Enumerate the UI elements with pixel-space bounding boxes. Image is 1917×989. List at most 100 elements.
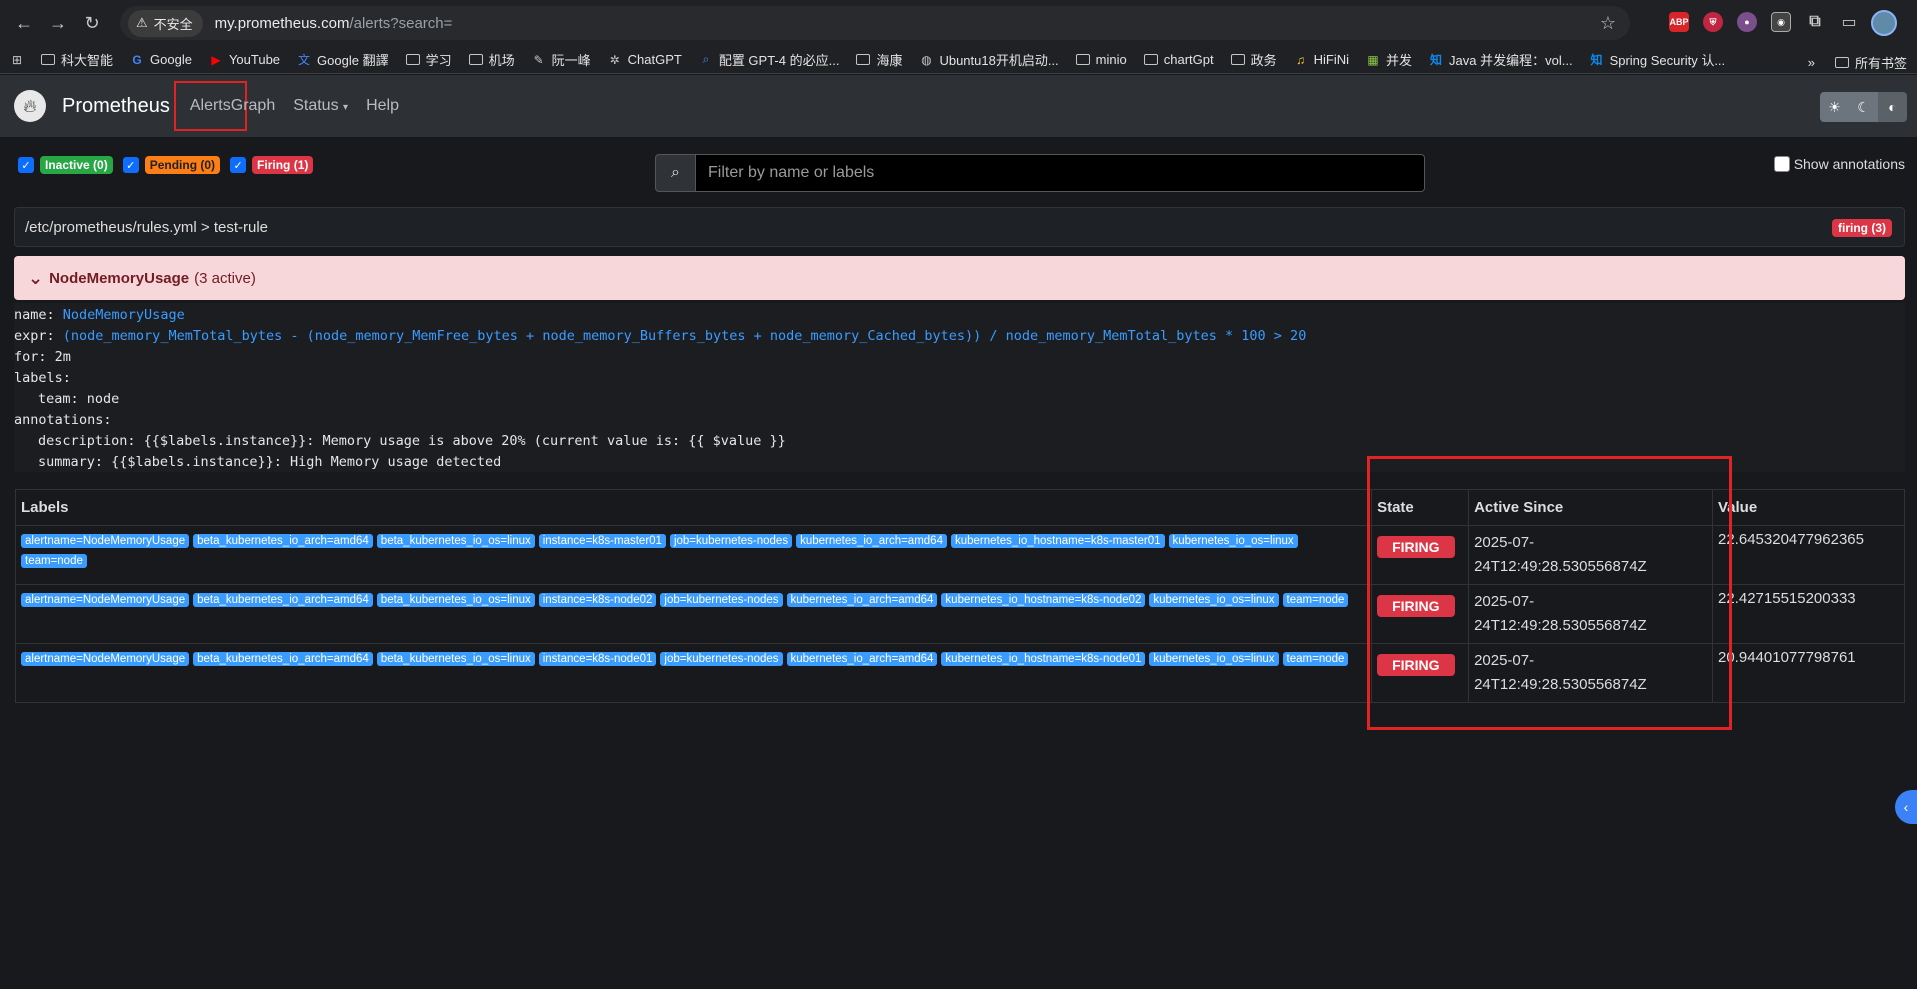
alert-rule-header[interactable]: ⌄ NodeMemoryUsage (3 active) bbox=[14, 256, 1905, 300]
show-annotations-checkbox[interactable] bbox=[1773, 156, 1790, 172]
def-key: expr: bbox=[14, 328, 55, 344]
state-cell: FIRING bbox=[1371, 643, 1470, 703]
bookmarks-right: » 所有书签 bbox=[1808, 53, 1907, 72]
apps-icon[interactable]: ⊞ bbox=[10, 53, 24, 67]
bookmark-item[interactable]: ♫ HiFiNi bbox=[1294, 52, 1349, 67]
search-icon: ⌕ bbox=[702, 52, 710, 66]
puzzle-icon[interactable]: ⧉ bbox=[1805, 12, 1825, 32]
auto-theme-icon[interactable]: ◐ bbox=[1878, 92, 1907, 122]
shield-extension-icon[interactable]: ⛨ bbox=[1703, 12, 1723, 32]
reader-extension-icon[interactable]: ◉ bbox=[1771, 12, 1791, 32]
labels-cell: alertname=NodeMemoryUsage beta_kubernetes… bbox=[14, 525, 1373, 585]
nav-alerts[interactable]: Alerts bbox=[173, 81, 247, 131]
state-filters: ✓ Inactive (0) ✓ Pending (0) ✓ Firing (1… bbox=[18, 156, 317, 174]
prometheus-logo-icon[interactable]: 🔥︎ bbox=[14, 90, 46, 122]
site-icon: ✎ bbox=[533, 52, 544, 67]
label-badge: kubernetes_io_hostname=k8s-node02 bbox=[941, 593, 1146, 607]
state-badge: FIRING bbox=[1377, 536, 1455, 558]
show-annotations[interactable]: Show annotations bbox=[1773, 156, 1905, 172]
active-count: (3 active) bbox=[194, 269, 256, 287]
label-badge: kubernetes_io_os=linux bbox=[1149, 652, 1279, 666]
header-active-since: Active Since bbox=[1468, 489, 1713, 526]
bookmark-item[interactable]: 科大智能 bbox=[41, 50, 113, 69]
inactive-checkbox[interactable]: ✓ bbox=[18, 157, 34, 173]
show-annotations-label: Show annotations bbox=[1793, 156, 1905, 172]
forward-icon[interactable]: → bbox=[44, 9, 72, 37]
security-label: 不安全 bbox=[153, 16, 193, 32]
site-icon: ♫ bbox=[1296, 52, 1306, 67]
all-bookmarks-button[interactable]: 所有书签 bbox=[1834, 53, 1907, 72]
alert-rule-name: NodeMemoryUsage bbox=[49, 269, 190, 287]
header-state: State bbox=[1371, 489, 1470, 526]
def-name-link[interactable]: NodeMemoryUsage bbox=[63, 307, 185, 323]
bookmark-item[interactable]: ▶ YouTube bbox=[209, 52, 280, 67]
collapse-sidebar-icon[interactable]: ‹ bbox=[1895, 790, 1917, 824]
nav-graph[interactable]: Graph bbox=[231, 97, 275, 115]
labels-cell: alertname=NodeMemoryUsage beta_kubernetes… bbox=[14, 643, 1373, 703]
label-badge: job=kubernetes-nodes bbox=[660, 593, 783, 607]
bookmark-item[interactable]: G Google bbox=[130, 52, 192, 67]
bookmark-item[interactable]: 机场 bbox=[468, 50, 515, 69]
bookmark-item[interactable]: chartGpt bbox=[1143, 52, 1214, 67]
bookmark-item[interactable]: 学习 bbox=[405, 50, 452, 69]
folder-icon bbox=[468, 54, 483, 65]
pending-checkbox[interactable]: ✓ bbox=[122, 157, 139, 173]
value-cell: 22.42715515200333 bbox=[1712, 584, 1905, 644]
extension-icon[interactable]: ● bbox=[1737, 12, 1757, 32]
profile-avatar[interactable] bbox=[1871, 10, 1897, 36]
alerts-table: Labels State Active Since Value alertnam… bbox=[14, 489, 1905, 703]
reload-icon[interactable]: ↻ bbox=[78, 9, 106, 37]
table-row: alertname=NodeMemoryUsage beta_kubernetes… bbox=[14, 643, 1905, 703]
def-annotations: annotations: bbox=[14, 412, 112, 428]
site-icon: ▦ bbox=[1367, 52, 1379, 67]
bookmark-item[interactable]: ✲ ChatGPT bbox=[608, 52, 682, 67]
nav-status[interactable]: Status ▾ bbox=[293, 97, 348, 115]
bookmark-item[interactable]: minio bbox=[1075, 52, 1127, 67]
firing-count-badge: firing (3) bbox=[1832, 219, 1892, 237]
bookmark-item[interactable]: 政务 bbox=[1230, 50, 1277, 69]
bookmark-item[interactable]: ▦ 并发 bbox=[1366, 50, 1412, 69]
adblock-icon[interactable]: ABP bbox=[1669, 12, 1689, 32]
security-chip[interactable]: ⚠ 不安全 bbox=[128, 9, 203, 37]
address-bar[interactable]: ⚠ 不安全 my.prometheus.com/alerts?search= ☆ bbox=[120, 6, 1630, 40]
label-badge: beta_kubernetes_io_os=linux bbox=[376, 593, 535, 607]
nav-help[interactable]: Help bbox=[366, 97, 399, 115]
more-bookmarks-button[interactable]: » bbox=[1808, 55, 1815, 70]
search-input[interactable] bbox=[696, 154, 1425, 192]
label-badge: job=kubernetes-nodes bbox=[660, 652, 783, 666]
active-since-date: 2025-07- bbox=[1474, 652, 1535, 669]
light-theme-icon[interactable]: ☀ bbox=[1820, 92, 1849, 122]
bookmark-item[interactable]: 海康 bbox=[856, 50, 902, 69]
label-badge: beta_kubernetes_io_arch=amd64 bbox=[193, 652, 373, 666]
def-labels: labels: bbox=[14, 370, 71, 386]
bookmark-item[interactable]: ✎ 阮一峰 bbox=[532, 50, 591, 69]
label-badge: job=kubernetes-nodes bbox=[669, 534, 793, 548]
brand[interactable]: Prometheus bbox=[62, 95, 170, 118]
dark-theme-icon[interactable]: ☾ bbox=[1849, 92, 1878, 122]
label-badge: team=node bbox=[1282, 593, 1349, 607]
bookmark-item[interactable]: ◍ Ubuntu18开机启动... bbox=[919, 50, 1058, 69]
firing-checkbox[interactable]: ✓ bbox=[230, 157, 247, 173]
bookmark-item[interactable]: 文 Google 翻譯 bbox=[297, 50, 389, 69]
table-header-row: Labels State Active Since Value bbox=[14, 489, 1905, 526]
rule-group-path: /etc/prometheus/rules.yml > test-rule bbox=[25, 218, 269, 236]
def-key: name: bbox=[14, 307, 55, 323]
bookmark-item[interactable]: ⌕ 配置 GPT-4 的必应... bbox=[699, 50, 839, 69]
sidepanel-icon[interactable]: ▭ bbox=[1839, 12, 1859, 32]
search-group: ⌕ bbox=[655, 154, 1425, 192]
url-text[interactable]: my.prometheus.com/alerts?search= bbox=[215, 15, 1600, 32]
label-badge: beta_kubernetes_io_arch=amd64 bbox=[193, 534, 373, 548]
bookmark-star-icon[interactable]: ☆ bbox=[1600, 13, 1616, 34]
rule-group-header: /etc/prometheus/rules.yml > test-rule fi… bbox=[14, 207, 1905, 247]
bookmark-item[interactable]: 知 Spring Security 认... bbox=[1590, 50, 1726, 69]
bookmark-item[interactable]: 知 Java 并发编程：vol... bbox=[1429, 50, 1573, 69]
firing-badge: Firing (1) bbox=[252, 156, 314, 174]
active-since-cell: 2025-07- 24T12:49:28.530556874Z bbox=[1468, 525, 1713, 585]
def-expr-link[interactable]: (node_memory_MemTotal_bytes - (node_memo… bbox=[63, 328, 1307, 344]
chevron-down-icon[interactable]: ⌄ bbox=[28, 268, 43, 289]
browser-toolbar: ← → ↻ ⚠ 不安全 my.prometheus.com/alerts?sea… bbox=[0, 0, 1917, 46]
label-badge: beta_kubernetes_io_arch=amd64 bbox=[193, 593, 373, 607]
label-badge: alertname=NodeMemoryUsage bbox=[21, 534, 190, 548]
back-icon[interactable]: ← bbox=[10, 9, 38, 37]
caret-down-icon: ▾ bbox=[343, 102, 349, 113]
